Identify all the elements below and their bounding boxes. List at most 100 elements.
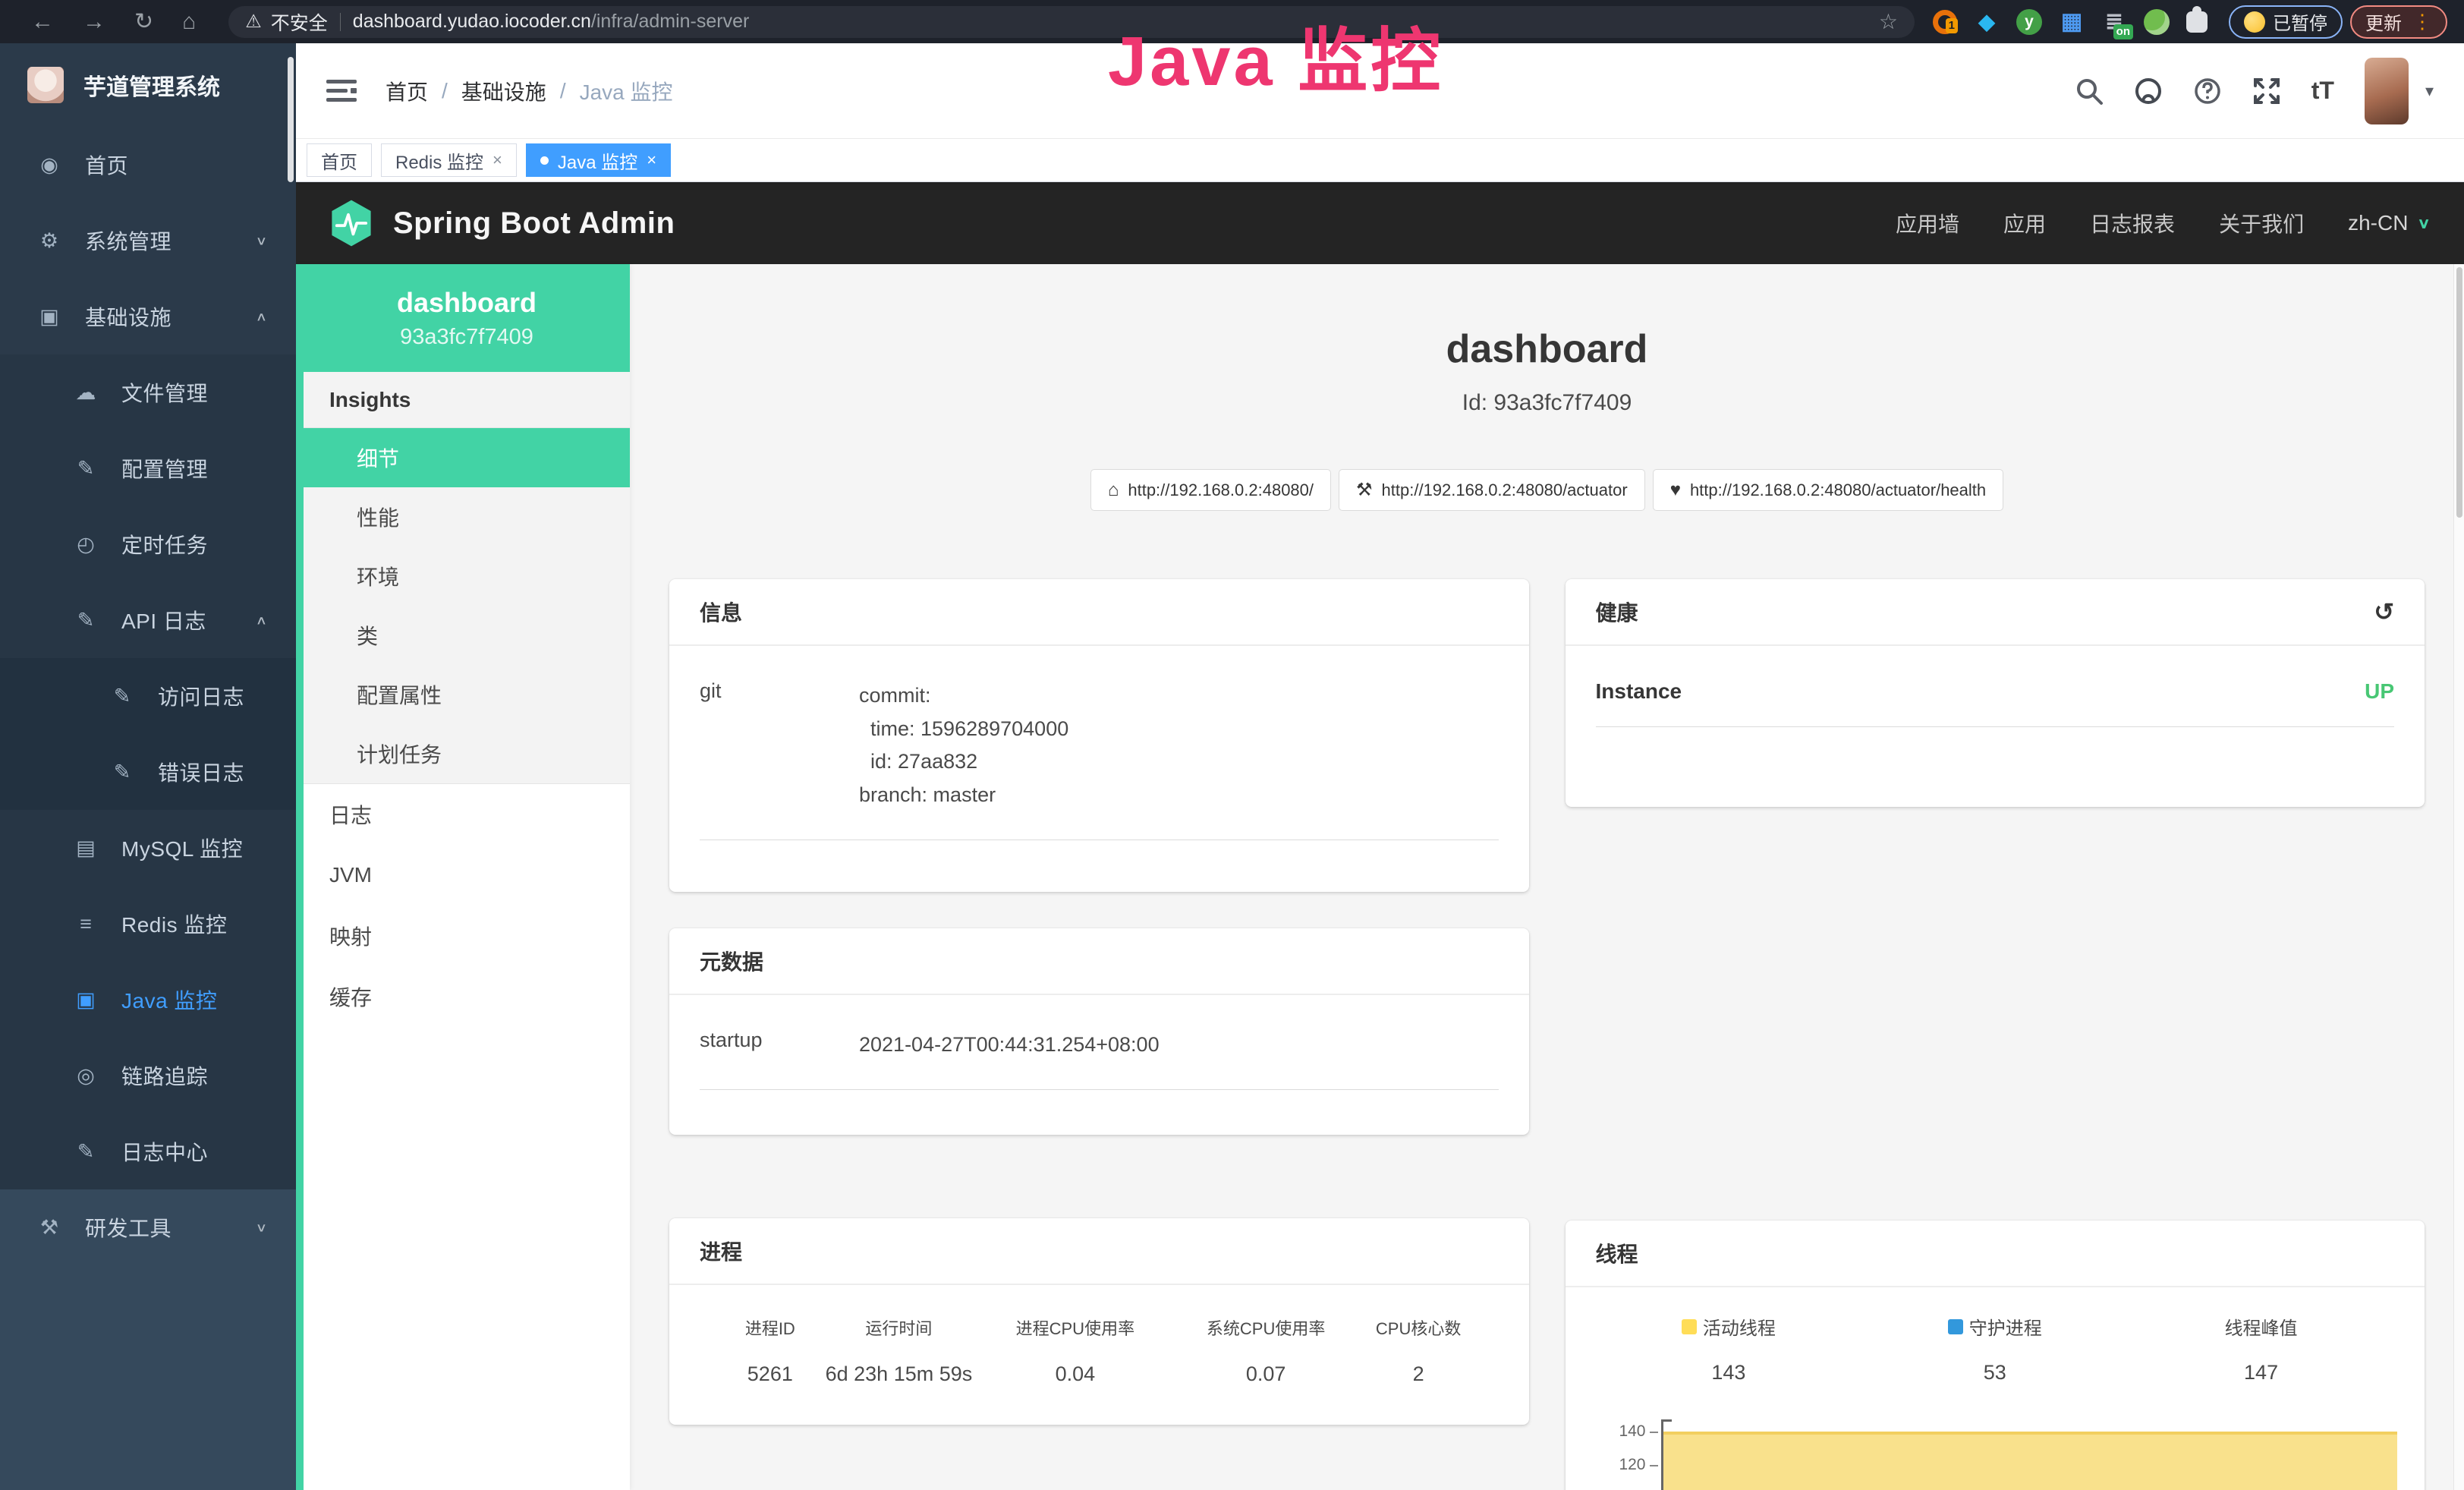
sba-item-scheduled-tasks[interactable]: 计划任务 — [304, 724, 630, 783]
health-row-label: Instance — [1596, 679, 1682, 704]
main-scrollbar[interactable] — [2453, 264, 2464, 1490]
breadcrumb: 首页 / 基础设施 / Java 监控 — [385, 76, 673, 106]
extension-icon-ring[interactable]: 1 — [1933, 10, 1957, 34]
info-row-label: git — [700, 679, 859, 812]
browser-menu-icon[interactable]: ⋮ — [2412, 10, 2432, 33]
sidebar-scrollbar[interactable] — [288, 57, 294, 182]
legend-swatch-blue — [1948, 1319, 1963, 1334]
dev-tools-icon: ⚒ — [33, 1216, 65, 1240]
sba-item-classes[interactable]: 类 — [304, 606, 630, 665]
heart-icon: ♥ — [1670, 480, 1681, 501]
smiley-icon — [2244, 11, 2265, 33]
sidebar-item-label: 基础设施 — [85, 301, 172, 332]
instance-title: dashboard — [669, 325, 2425, 373]
extension-on-badge: on — [2113, 24, 2133, 39]
tab-home[interactable]: 首页 — [307, 143, 372, 177]
trace-icon: ◎ — [70, 1064, 102, 1088]
legend-value: 147 — [2128, 1361, 2394, 1384]
github-icon[interactable] — [2134, 77, 2163, 106]
legend-live-threads: 活动线程 143 — [1596, 1313, 1862, 1384]
sba-item-logs[interactable]: 日志 — [304, 784, 630, 845]
paused-chip[interactable]: 已暂停 — [2229, 5, 2343, 39]
extension-icon-proxy[interactable]: ≣on — [2101, 9, 2127, 35]
sidebar-item-label: Java 监控 — [121, 984, 217, 1015]
reload-icon[interactable]: ↻ — [134, 8, 153, 35]
service-url-button[interactable]: ⌂ http://192.168.0.2:48080/ — [1090, 469, 1331, 511]
sba-nav-journal[interactable]: 日志报表 — [2090, 208, 2175, 238]
close-icon[interactable]: × — [492, 150, 502, 170]
sidebar-item-config-management[interactable]: ✎ 配置管理 — [0, 430, 296, 506]
sba-nav: 应用墙 应用 日志报表 关于我们 zh-CN ∨ — [1896, 208, 2431, 238]
health-url-label: http://192.168.0.2:48080/actuator/health — [1690, 480, 1986, 500]
tab-redis-monitor[interactable]: Redis 监控 × — [381, 143, 517, 177]
sidebar-item-trace[interactable]: ◎ 链路追踪 — [0, 1038, 296, 1114]
sidebar-item-access-logs[interactable]: ✎ 访问日志 — [0, 658, 296, 734]
sba-locale-select[interactable]: zh-CN ∨ — [2348, 211, 2431, 235]
sba-item-caches[interactable]: 缓存 — [304, 966, 630, 1027]
sidebar-item-log-center[interactable]: ✎ 日志中心 — [0, 1114, 296, 1189]
search-icon[interactable] — [2075, 77, 2104, 106]
sba-instance-header[interactable]: dashboard 93a3fc7f7409 — [304, 264, 630, 372]
sidebar-item-api-logs[interactable]: ✎ API 日志 ∧ — [0, 582, 296, 658]
column-header: 系统CPU使用率 — [1170, 1315, 1361, 1340]
sidebar-item-mysql-monitor[interactable]: ▤ MySQL 监控 — [0, 810, 296, 886]
close-icon[interactable]: × — [647, 150, 656, 170]
process-card: 进程 进程ID 5261 运行时间 6d 23h 15m 59s — [669, 1218, 1529, 1425]
sba-item-metrics[interactable]: 性能 — [304, 487, 630, 547]
sba-item-environment[interactable]: 环境 — [304, 547, 630, 606]
sidebar-item-home[interactable]: ◉ 首页 — [0, 127, 296, 203]
column-header: 运行时间 — [818, 1315, 980, 1340]
sidebar-item-infrastructure[interactable]: ▣ 基础设施 ∧ — [0, 279, 296, 354]
sidebar-item-dev-tools[interactable]: ⚒ 研发工具 ∨ — [0, 1189, 296, 1265]
sba-item-jvm[interactable]: JVM — [304, 845, 630, 906]
breadcrumb-home[interactable]: 首页 — [385, 76, 428, 106]
sidebar-item-java-monitor[interactable]: ▣ Java 监控 — [0, 962, 296, 1038]
extension-icon-youdao[interactable]: y — [2016, 9, 2042, 35]
health-url-button[interactable]: ♥ http://192.168.0.2:48080/actuator/heal… — [1653, 469, 2003, 511]
help-icon[interactable] — [2193, 77, 2222, 106]
sba-item-mappings[interactable]: 映射 — [304, 906, 630, 966]
breadcrumb-infrastructure[interactable]: 基础设施 — [461, 76, 546, 106]
sidebar-item-file-management[interactable]: ☁ 文件管理 — [0, 354, 296, 430]
scrollbar-thumb[interactable] — [2456, 267, 2462, 518]
hamburger-icon[interactable] — [326, 78, 357, 104]
sba-item-details[interactable]: 细节 — [304, 428, 630, 487]
chevron-up-icon: ∧ — [256, 613, 267, 628]
extensions-puzzle-icon[interactable] — [2186, 11, 2208, 33]
process-col-pid: 进程ID 5261 — [722, 1315, 818, 1386]
sba-nav-about[interactable]: 关于我们 — [2219, 208, 2304, 238]
fullscreen-icon[interactable] — [2252, 77, 2281, 106]
extension-icon-leaf[interactable] — [2144, 9, 2170, 35]
sidebar-item-scheduled-tasks[interactable]: ◴ 定时任务 — [0, 506, 296, 582]
text-size-icon[interactable]: tT — [2311, 77, 2334, 105]
sidebar-item-system[interactable]: ⚙ 系统管理 ∨ — [0, 203, 296, 279]
home-icon[interactable]: ⌂ — [182, 9, 196, 35]
update-button[interactable]: 更新 ⋮ — [2350, 5, 2447, 39]
live-threads-area — [1663, 1432, 2398, 1490]
sba-item-config-props[interactable]: 配置属性 — [304, 665, 630, 724]
sidebar-item-redis-monitor[interactable]: ≡ Redis 监控 — [0, 886, 296, 962]
process-col-uptime: 运行时间 6d 23h 15m 59s — [818, 1315, 980, 1386]
cell-value: 0.04 — [980, 1362, 1170, 1386]
security-label[interactable]: 不安全 — [271, 8, 328, 36]
sba-brand-title: Spring Boot Admin — [393, 206, 675, 241]
chevron-down-icon: ∨ — [2417, 214, 2431, 232]
sba-nav-wallboard[interactable]: 应用墙 — [1896, 208, 1959, 238]
extension-icon-grid[interactable]: ▦ — [2059, 9, 2085, 35]
bookmark-star-icon[interactable]: ☆ — [1879, 9, 1898, 34]
user-menu-caret-icon[interactable]: ▾ — [2425, 81, 2434, 101]
forward-icon[interactable]: → — [83, 9, 105, 35]
user-avatar[interactable] — [2365, 58, 2409, 124]
threads-legend: 活动线程 143 守护进程 53 线程峰值 147 — [1566, 1287, 2425, 1384]
sba-nav-applications[interactable]: 应用 — [2003, 208, 2046, 238]
sidebar-item-label: 研发工具 — [85, 1212, 172, 1243]
tab-java-monitor[interactable]: Java 监控 × — [526, 143, 671, 177]
sba-brand[interactable]: Spring Boot Admin — [329, 199, 675, 247]
extension-icon-pin[interactable]: ◆ — [1974, 9, 2000, 35]
sidebar-item-error-logs[interactable]: ✎ 错误日志 — [0, 734, 296, 810]
app-sidebar: 芋道管理系统 ◉ 首页 ⚙ 系统管理 ∨ ▣ 基础设施 ∧ ☁ 文件管理 ✎ 配… — [0, 43, 296, 1490]
history-icon[interactable]: ↺ — [2374, 597, 2394, 626]
address-bar[interactable]: ⚠ 不安全 dashboard.yudao.iocoder.cn/infra/a… — [228, 6, 1915, 38]
actuator-url-button[interactable]: ⚒ http://192.168.0.2:48080/actuator — [1339, 469, 1645, 511]
back-icon[interactable]: ← — [31, 9, 54, 35]
